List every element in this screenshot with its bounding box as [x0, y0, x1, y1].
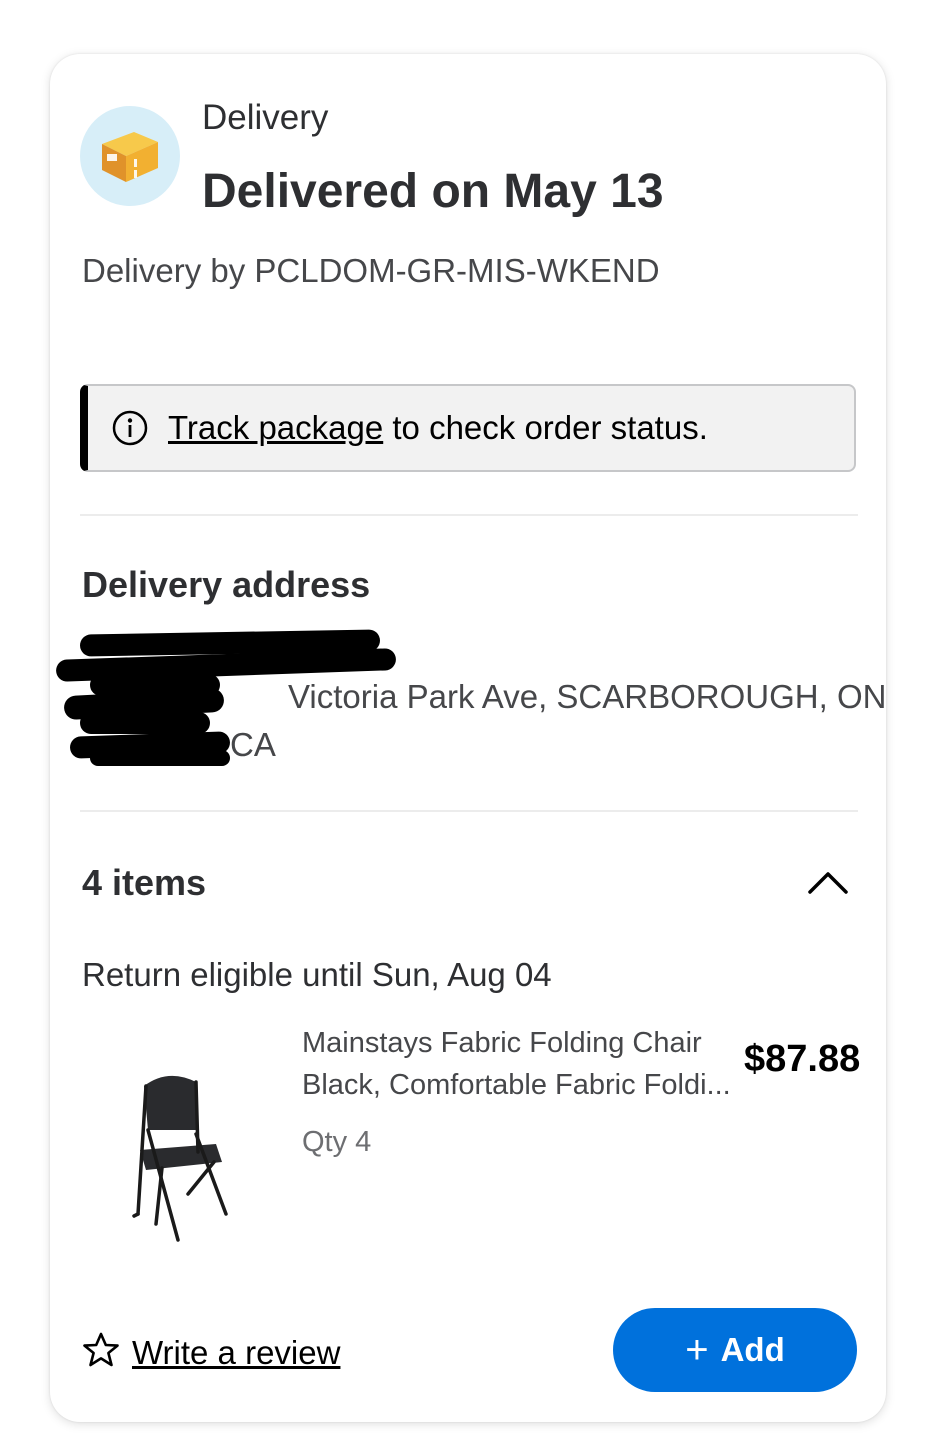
product-name-line-2: Black, Comfortable Fabric Foldi...: [302, 1069, 731, 1101]
product-image[interactable]: [122, 1064, 242, 1244]
star-icon: [82, 1332, 120, 1373]
divider: [80, 514, 858, 516]
chevron-up-icon[interactable]: [806, 866, 850, 896]
product-name[interactable]: Mainstays Fabric Folding Chair Black, Co…: [302, 1022, 742, 1106]
product-price: $87.88: [744, 1038, 861, 1080]
add-button-label: Add: [720, 1331, 785, 1368]
track-package-alert: Track package to check order status.: [80, 384, 856, 472]
address-line-3: CA: [230, 726, 276, 763]
info-icon: [110, 408, 150, 448]
product-quantity: Qty 4: [302, 1126, 372, 1158]
items-count: 4 items: [82, 862, 207, 903]
alert-text: Track package to check order status.: [168, 409, 708, 447]
return-eligibility: Return eligible until Sun, Aug 04: [82, 956, 552, 993]
delivery-address-title: Delivery address: [82, 564, 371, 605]
divider: [80, 810, 858, 812]
package-box-icon: [80, 106, 180, 206]
write-review-label: Write a review: [132, 1333, 341, 1371]
write-review-link[interactable]: Write a review: [82, 1332, 340, 1373]
plus-icon: +: [685, 1328, 709, 1372]
delivery-card: Delivery Delivered on May 13 Delivery by…: [50, 54, 886, 1422]
delivery-status: Delivered on May 13: [202, 165, 664, 218]
delivery-label: Delivery: [202, 98, 329, 137]
track-package-link[interactable]: Track package: [168, 409, 383, 446]
product-name-line-1: Mainstays Fabric Folding Chair: [302, 1027, 702, 1059]
alert-message: to check order status.: [383, 409, 708, 446]
add-to-cart-button[interactable]: + Add: [613, 1308, 857, 1392]
address-line-2: Victoria Park Ave, SCARBOROUGH, ON: [288, 678, 887, 715]
carrier-text: Delivery by PCLDOM-GR-MIS-WKEND: [82, 252, 660, 289]
